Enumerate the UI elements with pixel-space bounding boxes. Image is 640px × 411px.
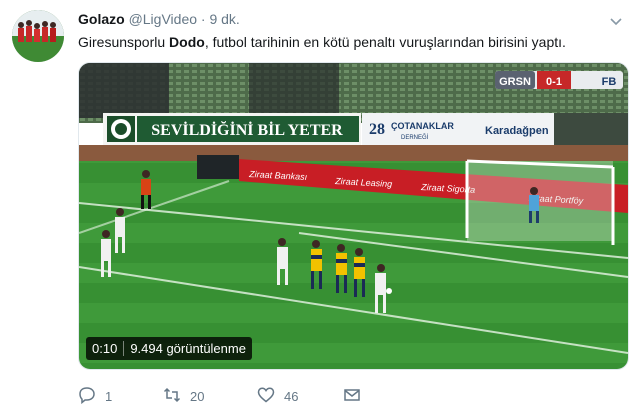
banner-sponsor-text: Karadağpen: [485, 125, 549, 137]
ball: [386, 288, 392, 294]
message-button[interactable]: [343, 386, 361, 407]
retweet-button[interactable]: 20: [163, 386, 257, 407]
author-name[interactable]: Golazo: [78, 11, 125, 27]
avatar[interactable]: [12, 10, 64, 62]
banner-org-sub-text: DERNEĞİ: [401, 134, 429, 141]
banner-org-text: ÇOTANAKLAR: [391, 121, 454, 131]
banner-main-text: SEVİLDİĞİNİ BİL YETER: [151, 120, 343, 139]
banner-28-text: 28: [369, 121, 385, 138]
tweet-text: Giresunsporlu Dodo, futbol tarihinin en …: [78, 33, 566, 51]
goal-net: [465, 159, 615, 245]
tweet-text-highlight: Dodo: [169, 34, 205, 50]
tweet-actions: 1 20 46: [78, 386, 361, 406]
tweet-text-before: Giresunsporlu: [78, 34, 170, 50]
scoreboard-away: FB: [602, 76, 617, 88]
author-handle[interactable]: @LigVideo: [129, 11, 197, 27]
like-count: 46: [284, 388, 299, 404]
video-info-badge: 0:10 9.494 görüntülenme: [86, 337, 252, 360]
video-duration: 0:10: [86, 341, 125, 356]
like-button[interactable]: 46: [257, 386, 343, 407]
reply-button[interactable]: 1: [78, 386, 163, 407]
tweet-text-after: , futbol tarihinin en kötü penaltı vuruş…: [204, 34, 566, 50]
retweet-icon: [163, 386, 181, 407]
scoreboard-home: GRSN: [499, 76, 531, 88]
caret-down-icon[interactable]: [610, 14, 622, 26]
video-view-count: 9.494 görüntülenme: [130, 341, 246, 356]
video-player[interactable]: SEVİLDİĞİNİ BİL YETER 28 ÇOTANAKLAR DERN…: [78, 62, 629, 370]
tweet-header: Golazo @LigVideo · 9 dk.: [78, 11, 240, 28]
message-icon: [343, 386, 361, 407]
reply-count: 1: [105, 388, 113, 404]
tweet-timestamp[interactable]: 9 dk.: [209, 11, 239, 27]
retweet-count: 20: [190, 388, 205, 404]
scoreboard-score: 0-1: [546, 76, 562, 88]
separator-dot: ·: [200, 11, 206, 27]
like-icon: [257, 386, 275, 407]
reply-icon: [78, 386, 96, 407]
video-frame: SEVİLDİĞİNİ BİL YETER 28 ÇOTANAKLAR DERN…: [79, 63, 628, 369]
tweet[interactable]: Golazo @LigVideo · 9 dk. Giresunsporlu D…: [0, 0, 640, 411]
